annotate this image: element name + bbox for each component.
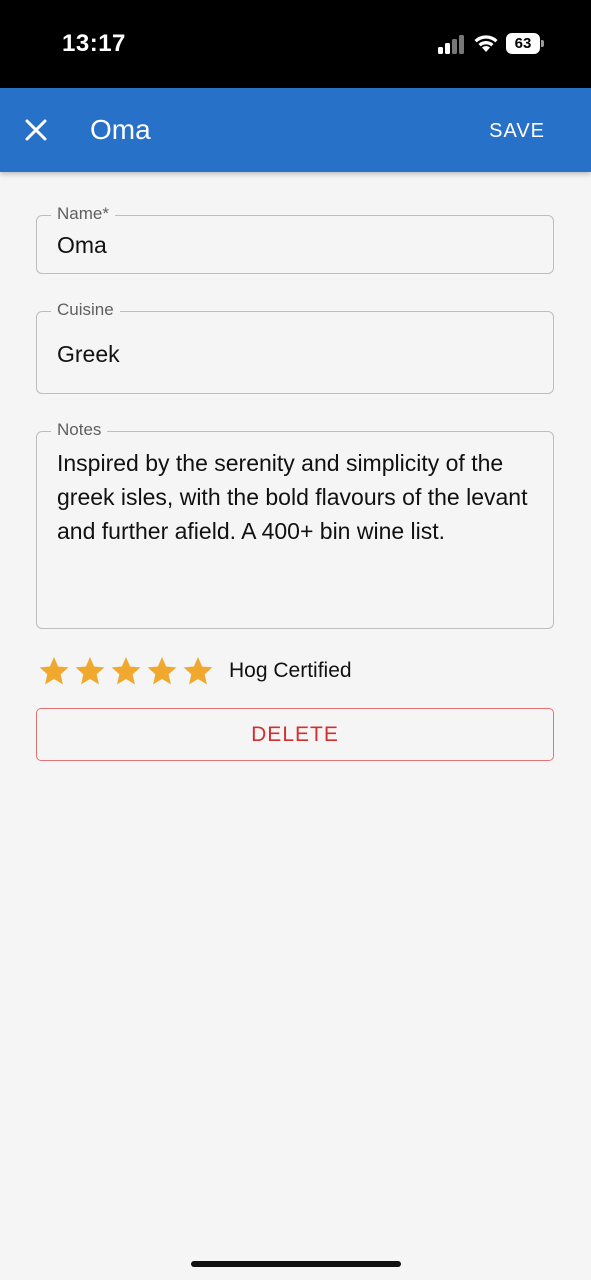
notes-field[interactable]: Notes Inspired by the serenity and simpl…: [36, 420, 554, 629]
star-icon[interactable]: [146, 655, 178, 687]
home-indicator[interactable]: [191, 1261, 401, 1267]
close-icon[interactable]: [18, 112, 54, 148]
page-title: Oma: [90, 114, 151, 145]
battery-tip: [541, 40, 544, 47]
status-bar: 13:17 63: [0, 0, 591, 88]
cuisine-field-label: Cuisine: [51, 300, 120, 320]
notes-field-label: Notes: [51, 420, 108, 440]
save-button[interactable]: SAVE: [489, 120, 545, 143]
signal-icon: [438, 35, 464, 54]
name-field-value[interactable]: Oma: [57, 232, 107, 259]
battery-level: 63: [506, 33, 540, 54]
notes-field-value[interactable]: Inspired by the serenity and simplicity …: [57, 446, 535, 548]
wifi-icon: [474, 35, 498, 52]
delete-button[interactable]: DELETE: [36, 708, 554, 761]
star-icon[interactable]: [38, 655, 70, 687]
star-icon[interactable]: [110, 655, 142, 687]
rating-label: Hog Certified: [229, 659, 352, 682]
star-icon[interactable]: [74, 655, 106, 687]
star-icon[interactable]: [182, 655, 214, 687]
cuisine-field-value[interactable]: Greek: [57, 341, 120, 368]
cuisine-field[interactable]: Cuisine Greek: [36, 300, 554, 394]
name-field[interactable]: Name* Oma: [36, 204, 554, 274]
status-time: 13:17: [62, 30, 126, 57]
app-bar: Oma SAVE: [0, 88, 591, 172]
name-field-label: Name*: [51, 204, 115, 224]
battery-icon: 63: [506, 33, 544, 54]
